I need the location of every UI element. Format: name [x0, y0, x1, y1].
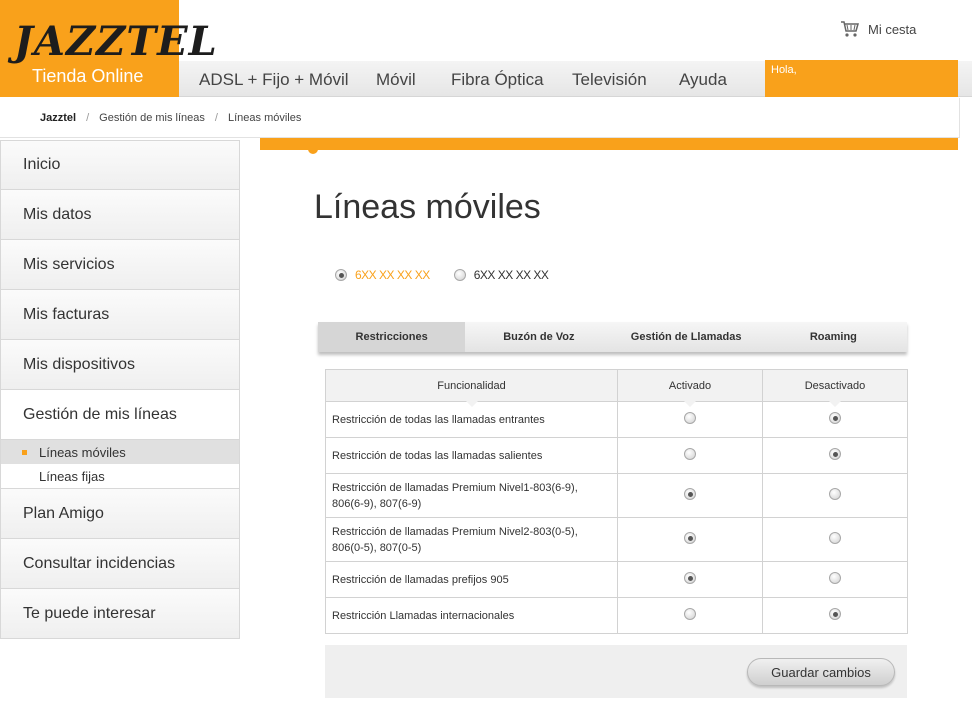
- radio-button[interactable]: [453, 269, 466, 281]
- tab-roaming[interactable]: Roaming: [760, 322, 907, 352]
- sidebar-item-plan-amigo[interactable]: Plan Amigo: [0, 489, 240, 539]
- section-accent-bar: [260, 138, 958, 150]
- table-row: Restricción Llamadas internacionales: [325, 597, 908, 634]
- restriction-label: Restricción Llamadas internacionales: [325, 597, 618, 634]
- breadcrumb-separator: /: [214, 111, 218, 124]
- sidebar-item-inicio[interactable]: Inicio: [0, 140, 240, 190]
- tab-gestion-llamadas[interactable]: Gestión de Llamadas: [613, 322, 760, 352]
- column-header-desactivado: Desactivado: [762, 369, 908, 408]
- save-button[interactable]: Guardar cambios: [747, 658, 895, 686]
- breadcrumb: Jazztel / Gestión de mis líneas / Líneas…: [0, 98, 960, 138]
- tab-buzon-voz[interactable]: Buzón de Voz: [465, 322, 612, 352]
- settings-tabs: Restricciones Buzón de Voz Gestión de Ll…: [318, 322, 907, 352]
- logo-block[interactable]: JAZZTEL Tienda Online: [0, 0, 217, 97]
- save-area: Guardar cambios: [325, 645, 907, 698]
- radio-activado[interactable]: [684, 608, 696, 620]
- sidebar-item-mis-dispositivos[interactable]: Mis dispositivos: [0, 340, 240, 390]
- sidebar-subitem-lineas-moviles[interactable]: Líneas móviles: [1, 440, 239, 464]
- line-selector: 6XX XX XX XX 6XX XX XX XX: [335, 268, 549, 282]
- radio-desactivado[interactable]: [829, 412, 841, 424]
- radio-desactivado[interactable]: [829, 448, 841, 460]
- table-row: Restricción de llamadas Premium Nivel2-8…: [325, 517, 908, 562]
- column-header-funcionalidad: Funcionalidad: [325, 369, 618, 408]
- line-number: 6XX XX XX XX: [473, 268, 549, 282]
- logo-subtitle: Tienda Online: [32, 66, 144, 86]
- nav-movil[interactable]: Móvil: [376, 70, 416, 90]
- sidebar-item-gestion-lineas[interactable]: Gestión de mis líneas: [0, 390, 240, 440]
- nav-fibra[interactable]: Fibra Óptica: [451, 70, 544, 90]
- radio-desactivado[interactable]: [829, 488, 841, 500]
- breadcrumb-current: Líneas móviles: [227, 111, 302, 124]
- section-accent-notch: [308, 148, 318, 154]
- sidebar-submenu: Líneas móviles Líneas fijas: [0, 440, 240, 489]
- radio-desactivado[interactable]: [829, 532, 841, 544]
- radio-activado[interactable]: [684, 448, 696, 460]
- user-greeting[interactable]: Hola,: [765, 60, 958, 97]
- breadcrumb-separator: /: [86, 111, 90, 124]
- radio-activado[interactable]: [684, 572, 696, 584]
- sidebar-item-mis-servicios[interactable]: Mis servicios: [0, 240, 240, 290]
- radio-activado[interactable]: [684, 488, 696, 500]
- nav-television[interactable]: Televisión: [572, 70, 647, 90]
- sidebar-item-mis-datos[interactable]: Mis datos: [0, 190, 240, 240]
- sidebar-item-consultar-incidencias[interactable]: Consultar incidencias: [0, 539, 240, 589]
- line-option[interactable]: 6XX XX XX XX: [453, 268, 549, 282]
- breadcrumb-home[interactable]: Jazztel: [40, 112, 76, 124]
- cart-icon: [841, 21, 859, 37]
- table-row: Restricción de llamadas Premium Nivel1-8…: [325, 473, 908, 518]
- radio-activado[interactable]: [684, 412, 696, 424]
- radio-button[interactable]: [335, 269, 347, 281]
- restrictions-table: Funcionalidad Activado Desactivado Restr…: [325, 369, 908, 634]
- table-row: Restricción de todas las llamadas entran…: [325, 401, 908, 438]
- tab-restricciones[interactable]: Restricciones: [318, 322, 466, 352]
- cart-link[interactable]: Mi cesta: [840, 20, 916, 38]
- page-title: Líneas móviles: [314, 188, 541, 226]
- column-header-activado: Activado: [617, 369, 763, 408]
- table-row: Restricción de todas las llamadas salien…: [325, 437, 908, 474]
- restriction-label: Restricción de llamadas Premium Nivel2-8…: [325, 517, 618, 562]
- cart-label: Mi cesta: [868, 21, 917, 37]
- sidebar: Inicio Mis datos Mis servicios Mis factu…: [0, 140, 240, 639]
- radio-activado[interactable]: [684, 532, 696, 544]
- restriction-label: Restricción de llamadas prefijos 905: [325, 561, 618, 598]
- radio-desactivado[interactable]: [829, 572, 841, 584]
- sidebar-item-mis-facturas[interactable]: Mis facturas: [0, 290, 240, 340]
- line-option[interactable]: 6XX XX XX XX: [335, 268, 430, 282]
- nav-adsl[interactable]: ADSL + Fijo + Móvil: [199, 70, 349, 90]
- nav-ayuda[interactable]: Ayuda: [679, 70, 727, 90]
- breadcrumb-gestion[interactable]: Gestión de mis líneas: [99, 112, 205, 124]
- table-row: Restricción de llamadas prefijos 905: [325, 561, 908, 598]
- sidebar-item-te-puede-interesar[interactable]: Te puede interesar: [0, 589, 240, 639]
- restriction-label: Restricción de llamadas Premium Nivel1-8…: [325, 473, 618, 518]
- sidebar-subitem-lineas-fijas[interactable]: Líneas fijas: [1, 464, 239, 488]
- radio-desactivado[interactable]: [829, 608, 841, 620]
- line-number: 6XX XX XX XX: [355, 268, 430, 282]
- logo[interactable]: JAZZTEL: [14, 18, 218, 65]
- restriction-label: Restricción de todas las llamadas salien…: [325, 437, 618, 474]
